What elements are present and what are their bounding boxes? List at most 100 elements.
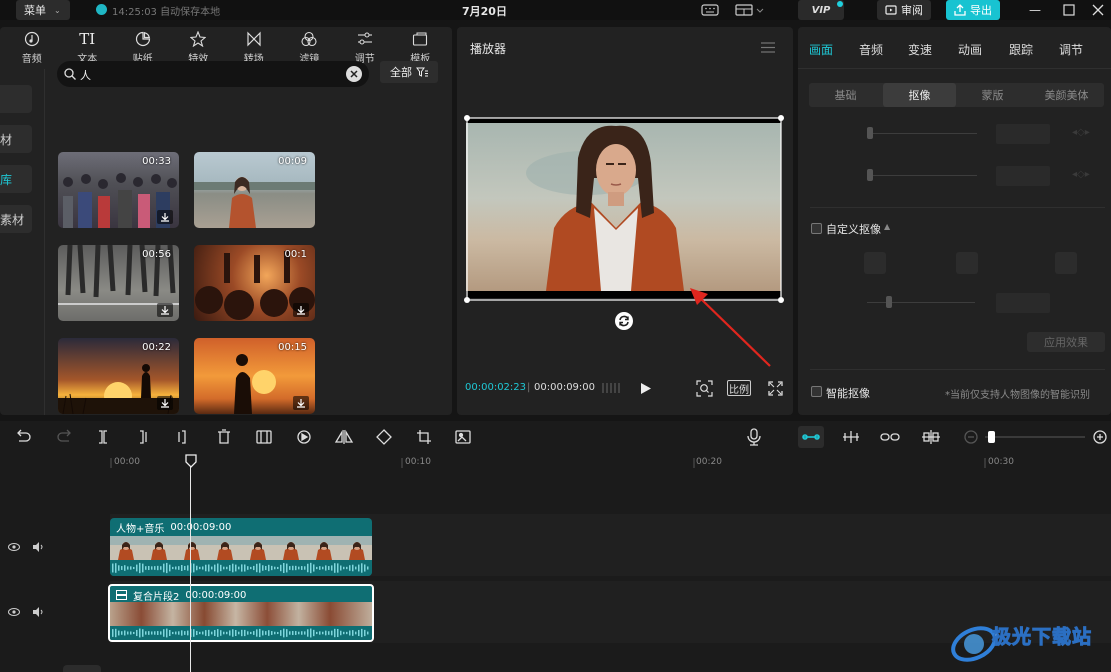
waveform-bar	[151, 631, 153, 635]
waveform-bar	[157, 565, 159, 571]
waveform-bar	[277, 631, 279, 635]
menu-label: 菜单	[24, 4, 46, 17]
media-thumbnail[interactable]: 00:22	[58, 338, 179, 414]
waveform-bar	[349, 565, 351, 571]
compound-clip-icon	[116, 590, 127, 600]
tab-speed[interactable]: 变速	[908, 41, 932, 58]
subtab-basic[interactable]: 基础	[809, 83, 882, 107]
tab-picture[interactable]: 画面	[809, 41, 833, 58]
subtab-beauty[interactable]: 美颜美体	[1030, 83, 1103, 107]
mic-icon	[747, 428, 761, 446]
waveform-bar	[223, 566, 225, 570]
check-icon	[96, 4, 107, 15]
minimize-icon[interactable]: —	[1028, 3, 1042, 17]
tab-adjust-props[interactable]: 调节	[1059, 41, 1083, 58]
custom-matting-checkbox[interactable]	[811, 223, 822, 234]
crop-frame[interactable]	[463, 114, 785, 304]
transition-icon	[244, 31, 264, 47]
scroll-handle[interactable]	[63, 665, 101, 672]
export-button[interactable]: 导出	[946, 0, 1000, 20]
waveform-bar	[361, 628, 363, 638]
menu-button[interactable]: 菜单 ⌄	[16, 0, 70, 20]
apply-effect-button[interactable]: 应用效果	[1027, 332, 1105, 352]
download-icon[interactable]	[293, 303, 309, 317]
subtab-matting[interactable]: 抠像	[883, 83, 956, 107]
review-button[interactable]: 审阅	[877, 0, 931, 20]
timeline-clip-selected[interactable]: 复合片段2 00:00:09:00	[108, 584, 374, 642]
waveform-bar	[271, 631, 273, 635]
waveform-bar	[280, 564, 282, 572]
waveform-bar	[301, 631, 303, 635]
download-icon[interactable]	[157, 210, 173, 224]
rotate-icon[interactable]	[615, 312, 633, 330]
waveform-bar	[208, 629, 210, 637]
waveform-icon[interactable]	[602, 381, 624, 395]
waveform-bar	[301, 566, 303, 570]
smart-matting-note: *当前仅支持人物图像的智能识别	[945, 390, 1090, 401]
smart-matting-checkbox[interactable]	[811, 386, 822, 397]
media-thumbnail[interactable]: 00:33	[58, 152, 179, 228]
watermark-text: 极光下载站	[991, 626, 1093, 649]
time-ruler[interactable]	[110, 454, 1111, 470]
waveform-bar	[205, 630, 207, 636]
mirror-icon	[334, 429, 354, 444]
layout-icon[interactable]	[735, 3, 765, 17]
waveform-bar	[259, 628, 261, 638]
tab-audio[interactable]: 音频	[7, 27, 57, 69]
waveform-bar	[217, 563, 219, 573]
hamburger-icon[interactable]	[761, 42, 775, 53]
waveform-bar	[322, 631, 324, 635]
waveform-bar	[331, 630, 333, 636]
media-thumbnail[interactable]: 00:15	[194, 338, 315, 414]
media-duration: 00:15	[278, 342, 307, 353]
waveform-bar	[319, 631, 321, 635]
download-icon[interactable]	[157, 303, 173, 317]
sidebar-item-2[interactable]: 材	[0, 125, 32, 153]
waveform-bar	[112, 563, 114, 573]
project-title[interactable]: 7月20日	[462, 3, 507, 19]
waveform-bar	[148, 565, 150, 571]
waveform-bar	[211, 631, 213, 635]
search-input[interactable]	[57, 61, 369, 87]
speaker-icon[interactable]	[32, 541, 44, 553]
timeline-clip[interactable]: 人物+音乐 00:00:09:00	[110, 518, 372, 576]
download-icon[interactable]	[157, 396, 173, 410]
tab-audio-props[interactable]: 音频	[859, 41, 883, 58]
waveform-bar	[241, 629, 243, 637]
tab-animation[interactable]: 动画	[958, 41, 982, 58]
aspect-ratio-button[interactable]: 比例	[727, 380, 751, 396]
play-icon[interactable]	[640, 382, 652, 395]
tab-tracking[interactable]: 跟踪	[1009, 41, 1033, 58]
eye-icon[interactable]	[8, 606, 20, 618]
filter-button[interactable]: 全部	[380, 61, 438, 83]
fullscreen-icon[interactable]	[768, 381, 783, 396]
waveform-bar	[250, 566, 252, 570]
notification-dot	[837, 1, 843, 7]
waveform-bar	[271, 565, 273, 571]
playhead-line[interactable]	[190, 462, 191, 672]
adjust-icon	[355, 31, 375, 47]
sidebar-item-4[interactable]: 素材	[0, 205, 32, 233]
waveform-bar	[202, 631, 204, 635]
playhead-handle[interactable]	[185, 454, 197, 468]
eye-icon[interactable]	[8, 541, 20, 553]
media-thumbnail[interactable]: 00:1	[194, 245, 315, 321]
waveform-bar	[181, 630, 183, 636]
zoom-fit-icon[interactable]	[696, 380, 713, 397]
keyboard-icon[interactable]	[701, 3, 719, 17]
subtab-mask[interactable]: 蒙版	[956, 83, 1029, 107]
waveform-bar	[199, 631, 201, 635]
media-thumbnail[interactable]: 00:56	[58, 245, 179, 321]
waveform-bar	[163, 629, 165, 637]
custom-matting-label: 自定义抠像	[826, 223, 881, 236]
sidebar-item-1[interactable]	[0, 85, 32, 113]
speaker-icon[interactable]	[32, 606, 44, 618]
close-icon[interactable]	[1091, 3, 1105, 17]
waveform-bar	[352, 564, 354, 572]
slider-track	[867, 302, 975, 303]
download-icon[interactable]	[293, 396, 309, 410]
media-thumbnail[interactable]: 00:09	[194, 152, 315, 228]
maximize-icon[interactable]	[1062, 3, 1076, 17]
clear-search-icon[interactable]	[346, 66, 362, 82]
sidebar-item-library[interactable]: 库	[0, 165, 32, 193]
